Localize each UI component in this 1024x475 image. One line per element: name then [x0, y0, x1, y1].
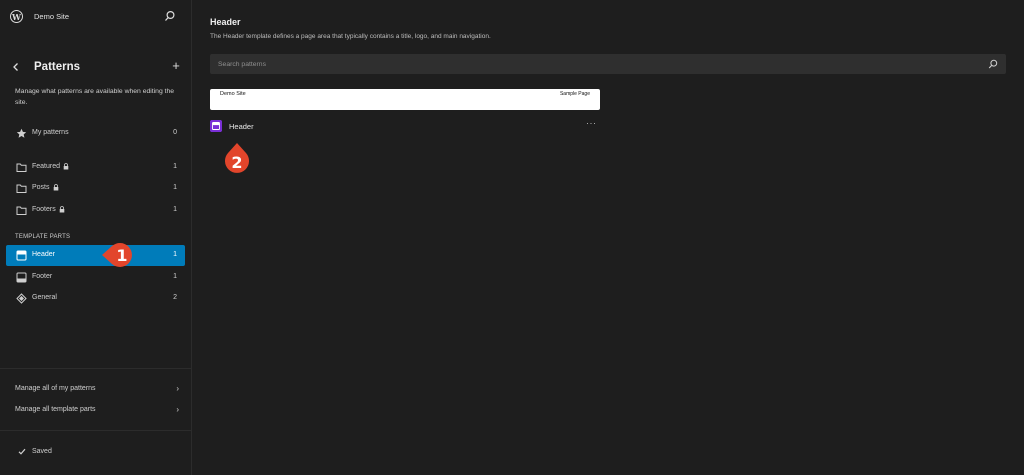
count-badge: 0: [173, 129, 177, 136]
lock-icon: [59, 206, 65, 213]
sidebar-item-footer[interactable]: Footer 1: [6, 267, 185, 288]
folder-icon: [16, 184, 27, 193]
save-status: Saved: [18, 448, 52, 455]
count-badge: 1: [173, 206, 177, 213]
folder-icon: [16, 163, 27, 172]
pattern-preview[interactable]: Demo Site Sample Page: [210, 89, 600, 110]
footer-layout-icon: [16, 272, 27, 283]
sidebar-item-label: Footer: [32, 273, 53, 280]
preview-nav-link: Sample Page: [559, 91, 590, 97]
more-options-button[interactable]: ···: [586, 118, 597, 128]
back-chevron-icon[interactable]: [11, 61, 21, 73]
main-title: Header: [210, 17, 241, 27]
chevron-right-icon: ›: [176, 384, 179, 393]
sidebar-item-label: Featured: [32, 163, 69, 170]
manage-template-parts-link[interactable]: Manage all template parts ›: [6, 400, 185, 420]
wordpress-logo-icon[interactable]: W: [10, 10, 23, 23]
category-name: Featured: [32, 163, 61, 170]
header-layout-icon: [210, 120, 222, 132]
manage-my-patterns-link[interactable]: Manage all of my patterns ›: [6, 379, 185, 399]
star-icon: [16, 128, 27, 138]
sidebar-item-featured[interactable]: Featured 1: [6, 157, 185, 178]
add-pattern-button[interactable]: +: [170, 59, 182, 73]
count-badge: 1: [173, 251, 177, 258]
sidebar-item-label: My patterns: [32, 129, 69, 136]
main-content: Header The Header template defines a pag…: [193, 0, 1024, 475]
link-label: Manage all template parts: [15, 406, 96, 413]
search-field: [210, 54, 1006, 74]
search-input[interactable]: [210, 54, 980, 74]
count-badge: 2: [173, 294, 177, 301]
checkmark-icon: [18, 448, 26, 455]
template-parts-heading: TEMPLATE PARTS: [15, 234, 71, 240]
chevron-right-icon: ›: [176, 405, 179, 414]
category-name: Posts: [32, 184, 50, 191]
main-description: The Header template defines a page area …: [210, 33, 491, 40]
sidebar-item-footers[interactable]: Footers 1: [6, 200, 185, 221]
search-icon[interactable]: [988, 59, 998, 69]
count-badge: 1: [173, 163, 177, 170]
sidebar-item-my-patterns[interactable]: My patterns 0: [6, 123, 185, 144]
sidebar-item-label: Footers: [32, 206, 65, 213]
sidebar-item-header[interactable]: Header 1: [6, 245, 185, 266]
link-label: Manage all of my patterns: [15, 385, 96, 392]
folder-icon: [16, 206, 27, 215]
sidebar: W Demo Site Patterns + Manage what patte…: [0, 0, 192, 475]
saved-label: Saved: [32, 448, 52, 455]
pattern-title[interactable]: Header: [229, 122, 254, 131]
lock-icon: [53, 184, 58, 191]
page-title: Patterns: [34, 61, 81, 73]
header-layout-icon: [16, 250, 27, 261]
lock-icon: [63, 163, 69, 170]
sidebar-item-label: Header: [32, 251, 55, 258]
sidebar-item-label: Posts: [32, 184, 59, 191]
sidebar-item-general[interactable]: General 2: [6, 288, 185, 309]
divider: [0, 430, 192, 431]
count-badge: 1: [173, 273, 177, 280]
search-icon[interactable]: [164, 10, 176, 22]
sidebar-item-posts[interactable]: Posts 1: [6, 178, 185, 199]
preview-site-title: Demo Site: [220, 91, 246, 97]
site-name[interactable]: Demo Site: [34, 12, 69, 21]
callout-number-2: 2: [231, 153, 243, 172]
callout-number-1: 1: [116, 246, 128, 265]
divider: [0, 368, 192, 369]
category-name: Footers: [32, 206, 56, 213]
site-hub: W Demo Site: [0, 0, 192, 34]
nav-description: Manage what patterns are available when …: [15, 88, 175, 106]
pattern-card-footer: Header ···: [210, 118, 600, 134]
sidebar-item-label: General: [32, 294, 57, 301]
symbol-icon: [16, 293, 27, 304]
count-badge: 1: [173, 184, 177, 191]
